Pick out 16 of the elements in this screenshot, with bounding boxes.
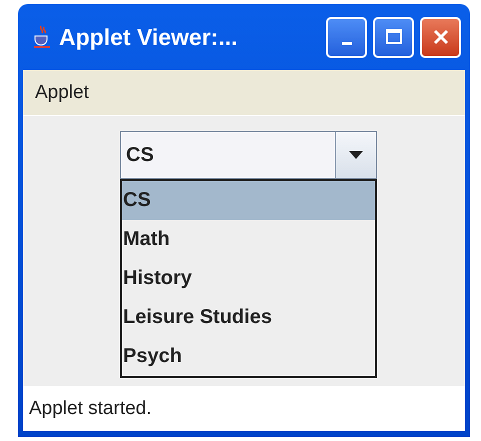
minimize-button[interactable] bbox=[326, 16, 367, 58]
dropdown-field[interactable]: CS bbox=[120, 131, 377, 179]
dropdown-option[interactable]: Leisure Studies bbox=[122, 298, 375, 337]
minimize-icon bbox=[342, 42, 352, 44]
maximize-icon bbox=[384, 27, 404, 47]
dropdown-option[interactable]: History bbox=[122, 259, 375, 298]
window-title: Applet Viewer:... bbox=[59, 24, 239, 50]
dropdown-option[interactable]: Math bbox=[122, 220, 375, 259]
coffee-cup-icon bbox=[33, 25, 51, 49]
status-text: Applet started. bbox=[23, 386, 465, 431]
dropdown-arrow-icon bbox=[349, 151, 363, 159]
dropdown-option[interactable]: CS bbox=[122, 181, 375, 220]
menu-item[interactable]: Applet bbox=[35, 82, 89, 104]
dropdown-option[interactable]: Psych bbox=[122, 337, 375, 376]
close-button[interactable] bbox=[420, 16, 461, 58]
maximize-button[interactable] bbox=[373, 16, 414, 58]
